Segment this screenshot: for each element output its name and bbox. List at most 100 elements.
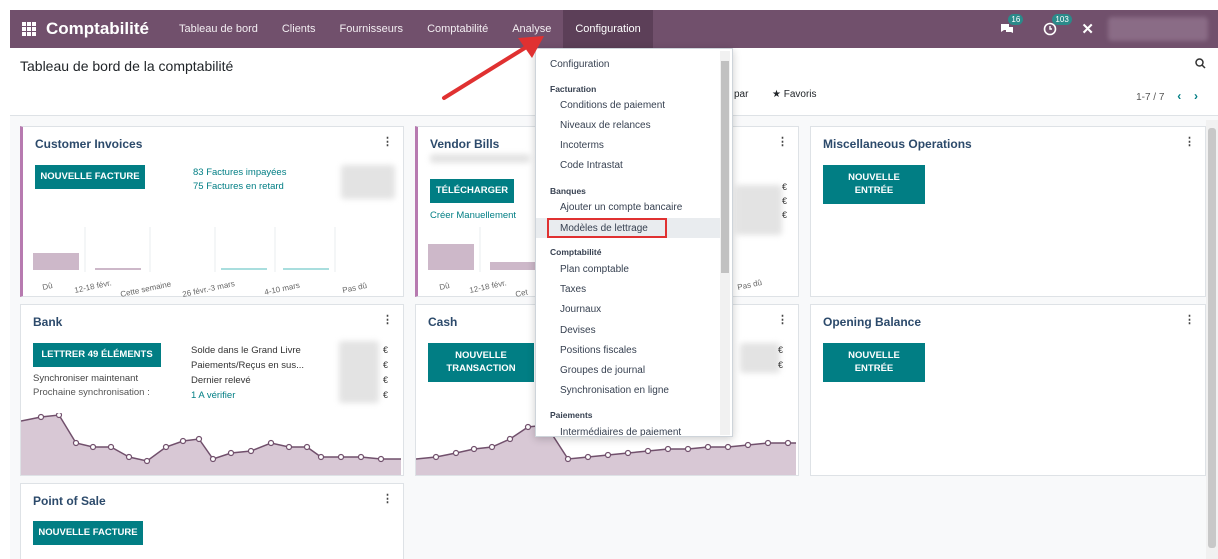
new-invoice-button[interactable]: NOUVELLE FACTURE (35, 165, 145, 189)
dd-taxes[interactable]: Taxes (560, 284, 586, 295)
blurred-amounts (339, 341, 379, 403)
new-entry-button[interactable]: NOUVELLE ENTRÉE (823, 165, 925, 204)
card-customer-invoices: Customer Invoices ⋮ NOUVELLE FACTURE 83 … (20, 126, 404, 297)
annotation-arrow (442, 36, 544, 100)
dd-intrastat-code[interactable]: Code Intrastat (560, 160, 623, 171)
dd-heading-comptabilite: Comptabilité (550, 247, 602, 257)
dd-add-bank-account[interactable]: Ajouter un compte bancaire (560, 202, 682, 213)
pager-next-icon[interactable]: › (1194, 89, 1198, 103)
top-navbar: Comptabilité Tableau de bord Clients Fou… (10, 10, 1218, 48)
tick-1: 12-18 févr. (469, 278, 508, 295)
new-transaction-button[interactable]: NOUVELLE TRANSACTION (428, 343, 534, 382)
card-point-of-sale: Point of Sale ⋮ NOUVELLE FACTURE (20, 483, 404, 559)
dd-online-sync[interactable]: Synchronisation en ligne (560, 385, 669, 396)
kebab-menu-icon[interactable]: ⋮ (382, 313, 393, 326)
dd-journals[interactable]: Journaux (560, 304, 601, 315)
currency: € (782, 210, 788, 220)
currency: € (383, 390, 389, 400)
card-title[interactable]: Cash (428, 315, 457, 329)
card-title[interactable]: Point of Sale (33, 494, 106, 508)
bank-line-chart (21, 413, 401, 475)
card-title[interactable]: Vendor Bills (430, 137, 499, 151)
dd-incoterms[interactable]: Incoterms (560, 140, 604, 151)
group-by-menu[interactable]: par (734, 89, 748, 100)
late-invoices-link[interactable]: 75 Factures en retard (193, 181, 284, 192)
currency: € (383, 360, 389, 370)
tick-3: Pas dû (737, 278, 763, 292)
blurred-amount (341, 165, 395, 199)
tick-3: 26 févr.-3 mars (182, 279, 236, 297)
menu-clients[interactable]: Clients (270, 10, 328, 48)
kebab-menu-icon[interactable]: ⋮ (777, 135, 788, 148)
dropdown-scrollbar-thumb[interactable] (721, 61, 729, 273)
search-icon[interactable] (1195, 58, 1206, 72)
new-entry-button[interactable]: NOUVELLE ENTRÉE (823, 343, 925, 382)
currency: € (383, 345, 389, 355)
user-avatar[interactable] (1108, 17, 1208, 41)
kebab-menu-icon[interactable]: ⋮ (1184, 313, 1195, 326)
upload-button[interactable]: TÉLÉCHARGER (430, 179, 514, 203)
activities-badge: 103 (1052, 14, 1072, 25)
bar-du (428, 244, 474, 270)
messages-badge: 16 (1008, 14, 1024, 25)
favorites-menu[interactable]: ★ Favoris (772, 89, 817, 100)
currency: € (778, 360, 784, 370)
tick-5: Pas dû (342, 281, 368, 295)
page-scrollbar-thumb[interactable] (1208, 128, 1216, 548)
favorites-label: Favoris (783, 89, 817, 100)
card-title[interactable]: Bank (33, 315, 62, 329)
to-check-link[interactable]: 1 A vérifier (191, 390, 235, 401)
blurred-amounts (740, 343, 780, 373)
card-title[interactable]: Customer Invoices (35, 137, 142, 151)
ledger-balance-label[interactable]: Solde dans le Grand Livre (191, 345, 301, 356)
dd-fiscal-positions[interactable]: Positions fiscales (560, 345, 637, 356)
close-icon[interactable]: ✕ (1081, 20, 1094, 38)
menu-configuration[interactable]: Configuration (563, 10, 653, 48)
create-manually-link[interactable]: Créer Manuellement (430, 210, 516, 221)
outstanding-payments-label[interactable]: Paiements/Reçus en sus... (191, 360, 304, 371)
configuration-dropdown: Configuration Facturation Conditions de … (535, 48, 733, 437)
new-invoice-button[interactable]: NOUVELLE FACTURE (33, 521, 143, 545)
tick-1: 12-18 févr. (74, 278, 113, 295)
next-sync-label: Prochaine synchronisation : (33, 387, 150, 398)
activities-icon[interactable]: 103 (1043, 14, 1072, 36)
unpaid-invoices-link[interactable]: 83 Factures impayées (193, 167, 286, 178)
menu-tableau-de-bord[interactable]: Tableau de bord (167, 10, 270, 48)
red-highlight-box (547, 218, 667, 238)
dd-heading-banques: Banques (550, 186, 586, 196)
reconcile-button[interactable]: LETTRER 49 ÉLÉMENTS (33, 343, 161, 367)
dd-journal-groups[interactable]: Groupes de journal (560, 365, 645, 376)
dd-payment-providers[interactable]: Intermédiaires de paiement (560, 427, 681, 436)
sync-now-link[interactable]: Synchroniser maintenant (33, 373, 138, 384)
card-title[interactable]: Opening Balance (823, 315, 921, 329)
tick-4: 4-10 mars (264, 281, 301, 297)
messages-icon[interactable]: 16 (999, 14, 1024, 36)
pager-prev-icon[interactable]: ‹ (1177, 89, 1181, 103)
dd-payment-terms[interactable]: Conditions de paiement (560, 100, 665, 111)
pager: 1-7 / 7 ‹ › (1136, 89, 1198, 103)
dd-chart-of-accounts[interactable]: Plan comptable (560, 264, 629, 275)
dd-heading-paiements: Paiements (550, 410, 593, 420)
invoice-bar-chart: Dû 12-18 févr. Cette semaine 26 févr.-3 … (33, 227, 368, 297)
currency: € (782, 182, 788, 192)
kebab-menu-icon[interactable]: ⋮ (1184, 135, 1195, 148)
last-statement-label[interactable]: Dernier relevé (191, 375, 251, 386)
blurred-subtitle (430, 154, 530, 163)
apps-menu-icon[interactable] (22, 22, 36, 36)
kebab-menu-icon[interactable]: ⋮ (382, 492, 393, 505)
dd-followup-levels[interactable]: Niveaux de relances (560, 120, 651, 131)
menu-fournisseurs[interactable]: Fournisseurs (327, 10, 415, 48)
dd-currencies[interactable]: Devises (560, 325, 596, 336)
kebab-menu-icon[interactable]: ⋮ (382, 135, 393, 148)
bar-4-10 (283, 268, 329, 270)
bar-26-3 (221, 268, 267, 270)
kebab-menu-icon[interactable]: ⋮ (777, 313, 788, 326)
app-name[interactable]: Comptabilité (46, 19, 149, 39)
currency: € (778, 345, 784, 355)
card-opening-balance: Opening Balance ⋮ NOUVELLE ENTRÉE (810, 304, 1206, 476)
pager-value[interactable]: 1-7 / 7 (1136, 92, 1164, 103)
main-menu: Tableau de bord Clients Fournisseurs Com… (167, 10, 653, 48)
tick-2: Cet (515, 287, 530, 297)
card-title[interactable]: Miscellaneous Operations (823, 137, 972, 151)
tick-0: Dû (42, 281, 54, 292)
